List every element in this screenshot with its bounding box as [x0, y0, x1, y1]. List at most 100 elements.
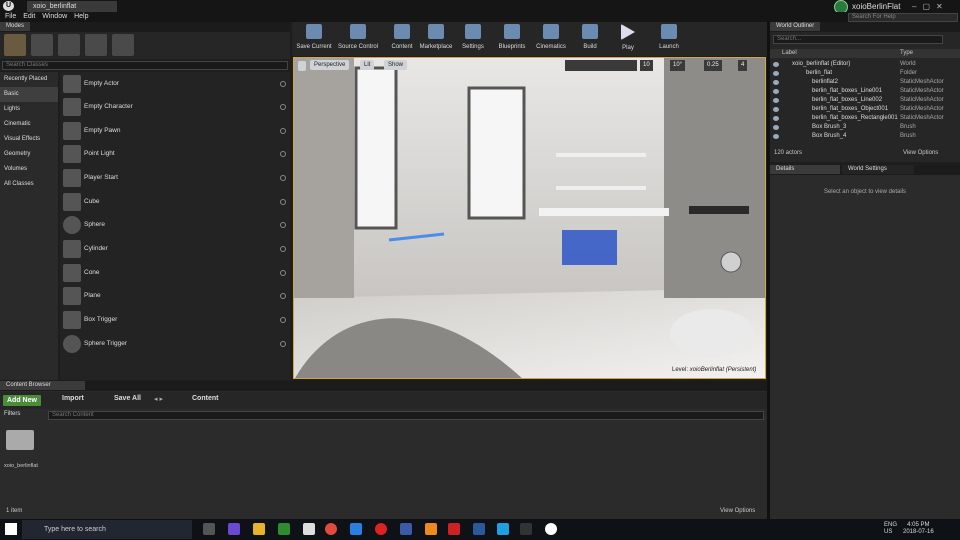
document-tab[interactable]: xoio_berlinflat — [27, 1, 117, 12]
source-control-button[interactable]: Source Control — [337, 24, 379, 54]
taskbar-search-input[interactable]: Type here to search — [22, 520, 192, 539]
table-row[interactable]: berlin_flat_boxes_Line001 StaticMeshActor — [770, 87, 960, 96]
transform-tools[interactable] — [565, 60, 637, 71]
visibility-icon[interactable] — [773, 71, 779, 76]
list-item[interactable]: Cube — [60, 191, 290, 213]
visibility-icon[interactable] — [773, 62, 779, 67]
foliage-mode-icon[interactable] — [85, 34, 107, 56]
help-search-input[interactable]: Search For Help — [848, 13, 958, 22]
list-item[interactable]: Box Trigger — [60, 309, 290, 331]
task-view-icon[interactable] — [203, 523, 215, 535]
category-volumes[interactable]: Volumes — [0, 162, 58, 177]
list-item[interactable]: Plane — [60, 285, 290, 307]
list-item[interactable]: Sphere Trigger — [60, 333, 290, 355]
outliner-tab[interactable]: World Outliner — [770, 22, 821, 31]
add-new-button[interactable]: Add New — [3, 395, 41, 406]
blender-icon[interactable] — [425, 523, 437, 535]
mail-icon[interactable] — [303, 523, 315, 535]
settings-button[interactable]: Settings — [458, 24, 488, 54]
list-item[interactable]: Empty Actor — [60, 73, 290, 95]
table-row[interactable]: berlin_flat_boxes_Object001 StaticMeshAct… — [770, 105, 960, 114]
perspective-button[interactable]: Perspective — [310, 60, 350, 70]
info-icon[interactable] — [280, 270, 286, 276]
info-icon[interactable] — [280, 246, 286, 252]
app-icon[interactable] — [278, 523, 290, 535]
info-icon[interactable] — [280, 317, 286, 323]
list-item[interactable]: Point Light — [60, 143, 290, 165]
history-arrows-icon[interactable]: ◂ ▸ — [154, 395, 163, 403]
import-button[interactable]: Import — [62, 395, 84, 402]
camera-speed-value[interactable]: 4 — [738, 60, 748, 71]
content-path[interactable]: Content — [192, 395, 218, 402]
content-view-options[interactable]: View Options — [720, 508, 755, 514]
column-type[interactable]: Type — [900, 49, 913, 58]
category-visual-effects[interactable]: Visual Effects — [0, 132, 58, 147]
category-cinematic[interactable]: Cinematic — [0, 117, 58, 132]
category-recently-placed[interactable]: Recently Placed — [0, 72, 58, 87]
visibility-icon[interactable] — [773, 89, 779, 94]
app-icon[interactable] — [473, 523, 485, 535]
info-icon[interactable] — [280, 104, 286, 110]
details-tab[interactable]: Details — [770, 165, 840, 174]
table-row[interactable]: berlinflat2 StaticMeshActor — [770, 78, 960, 87]
info-icon[interactable] — [280, 81, 286, 87]
visibility-icon[interactable] — [773, 134, 779, 139]
window-controls[interactable]: –▢✕ — [912, 2, 949, 11]
clock[interactable]: 4:05 PM 2018-07-16 — [903, 522, 934, 536]
place-mode-icon[interactable] — [4, 34, 26, 56]
list-item[interactable]: Sphere — [60, 214, 290, 236]
class-search-input[interactable]: Search Classes — [2, 61, 288, 70]
table-row[interactable]: berlin_flat_boxes_Rectangle001 StaticMesh… — [770, 114, 960, 123]
skype-icon[interactable] — [497, 523, 509, 535]
marketplace-button[interactable]: Marketplace — [419, 24, 453, 54]
table-row[interactable]: Box Brush_4 Brush — [770, 132, 960, 141]
geometry-mode-icon[interactable] — [112, 34, 134, 56]
folder-icon[interactable] — [6, 430, 34, 450]
blueprints-button[interactable]: Blueprints — [497, 24, 527, 54]
filters-button[interactable]: Filters — [4, 411, 20, 417]
category-geometry[interactable]: Geometry — [0, 147, 58, 162]
visibility-icon[interactable] — [773, 98, 779, 103]
info-icon[interactable] — [280, 151, 286, 157]
save-current-button[interactable]: Save Current — [296, 24, 332, 54]
visibility-icon[interactable] — [773, 125, 779, 130]
info-icon[interactable] — [280, 128, 286, 134]
level-viewport[interactable] — [293, 57, 766, 379]
rotation-snap-value[interactable]: 10° — [670, 60, 686, 71]
viewport-options-button[interactable] — [298, 61, 306, 71]
landscape-mode-icon[interactable] — [58, 34, 80, 56]
menu-window[interactable]: Window — [42, 12, 67, 22]
list-item[interactable]: Empty Character — [60, 96, 290, 118]
list-item[interactable]: Cylinder — [60, 238, 290, 260]
table-row[interactable]: xoio_berlinflat (Editor) World — [770, 60, 960, 69]
edge-icon[interactable] — [350, 523, 362, 535]
list-item[interactable]: Player Start — [60, 167, 290, 189]
grid-snap-value[interactable]: 10 — [640, 60, 653, 71]
scale-snap-value[interactable]: 0.25 — [704, 60, 722, 71]
category-all-classes[interactable]: All Classes — [0, 177, 58, 192]
paint-mode-icon[interactable] — [31, 34, 53, 56]
modes-tab[interactable]: Modes — [0, 22, 31, 31]
cinematics-button[interactable]: Cinematics — [534, 24, 568, 54]
world-settings-tab[interactable]: World Settings — [841, 165, 914, 174]
visibility-icon[interactable] — [773, 107, 779, 112]
table-row[interactable]: berlin_flat_boxes_Line002 StaticMeshActor — [770, 96, 960, 105]
content-button[interactable]: Content — [388, 24, 416, 54]
info-icon[interactable] — [280, 293, 286, 299]
epic-games-icon[interactable] — [520, 523, 532, 535]
lit-button[interactable]: Lit — [360, 60, 375, 70]
input-language[interactable]: ENG US — [884, 522, 897, 536]
category-lights[interactable]: Lights — [0, 102, 58, 117]
visibility-icon[interactable] — [773, 116, 779, 121]
play-button[interactable]: Play — [617, 24, 639, 54]
info-icon[interactable] — [280, 199, 286, 205]
menu-help[interactable]: Help — [74, 12, 88, 22]
acrobat-icon[interactable] — [448, 523, 460, 535]
launch-button[interactable]: Launch — [656, 24, 682, 54]
opera-icon[interactable] — [375, 523, 387, 535]
content-browser-tab[interactable]: Content Browser — [0, 381, 85, 390]
windows-start-icon[interactable] — [5, 523, 17, 535]
unreal-editor-icon[interactable] — [545, 523, 557, 535]
save-all-button[interactable]: Save All — [114, 395, 141, 402]
app-icon[interactable] — [228, 523, 240, 535]
